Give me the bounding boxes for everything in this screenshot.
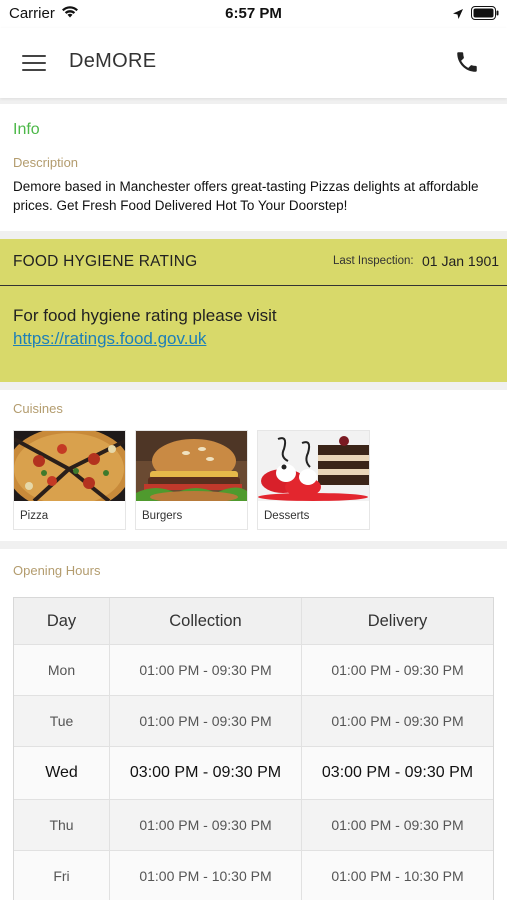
- table-row: Mon 01:00 PM - 09:30 PM 01:00 PM - 09:30…: [14, 645, 493, 696]
- battery-icon: [471, 6, 499, 25]
- day-cell: Thu: [14, 800, 110, 850]
- delivery-cell: 01:00 PM - 09:30 PM: [331, 713, 464, 729]
- collection-cell: 01:00 PM - 10:30 PM: [110, 851, 302, 900]
- day-cell: Wed: [14, 747, 110, 799]
- cuisine-tile-desserts[interactable]: Desserts: [257, 430, 370, 530]
- cuisine-tile-pizza[interactable]: Pizza: [13, 430, 126, 530]
- table-row-today: Wed 03:00 PM - 09:30 PM 03:00 PM - 09:30…: [14, 747, 493, 800]
- info-heading: Info: [13, 121, 40, 138]
- table-header-row: Day Collection Delivery: [14, 598, 493, 645]
- hamburger-menu-icon[interactable]: [22, 52, 48, 74]
- food-hygiene-section: FOOD HYGIENE RATING Last Inspection: 01 …: [0, 239, 507, 382]
- description-label: Description: [13, 155, 79, 170]
- collection-cell: 03:00 PM - 09:30 PM: [110, 747, 302, 799]
- pizza-image: [14, 431, 125, 501]
- header-delivery: Delivery: [367, 611, 428, 630]
- cuisines-section: Cuisines Pizza Burgers Desserts: [0, 390, 507, 541]
- burger-image: [136, 431, 247, 501]
- info-section: Info Description Demore based in Manches…: [0, 104, 507, 231]
- day-cell: Mon: [14, 645, 110, 695]
- hygiene-ratings-link[interactable]: https://ratings.food.gov.uk: [13, 329, 206, 349]
- table-row: Thu 01:00 PM - 09:30 PM 01:00 PM - 09:30…: [14, 800, 493, 851]
- table-row: Fri 01:00 PM - 10:30 PM 01:00 PM - 10:30…: [14, 851, 493, 900]
- cuisines-label: Cuisines: [13, 401, 63, 416]
- delivery-cell: 03:00 PM - 09:30 PM: [321, 764, 474, 781]
- hygiene-header: FOOD HYGIENE RATING Last Inspection: 01 …: [0, 239, 507, 286]
- last-inspection-label: Last Inspection:: [333, 255, 414, 267]
- page-title: DeMORE: [69, 50, 157, 72]
- delivery-cell: 01:00 PM - 09:30 PM: [331, 817, 464, 833]
- day-cell: Tue: [14, 696, 110, 746]
- opening-hours-label: Opening Hours: [13, 563, 101, 578]
- cuisine-name: Pizza: [20, 510, 49, 522]
- collection-cell: 01:00 PM - 09:30 PM: [110, 696, 302, 746]
- description-text: Demore based in Manchester offers great-…: [13, 179, 479, 213]
- status-bar: Carrier 6:57 PM: [0, 0, 507, 28]
- cuisine-name: Desserts: [264, 510, 310, 522]
- hygiene-title: FOOD HYGIENE RATING: [13, 253, 198, 270]
- nav-bar: DeMORE: [0, 28, 507, 98]
- header-day: Day: [14, 598, 110, 644]
- header-collection: Collection: [110, 598, 302, 644]
- clock-time: 6:57 PM: [225, 5, 282, 22]
- table-row: Tue 01:00 PM - 09:30 PM 01:00 PM - 09:30…: [14, 696, 493, 747]
- phone-icon[interactable]: [454, 49, 480, 80]
- hygiene-text: For food hygiene rating please visit: [13, 306, 277, 325]
- collection-cell: 01:00 PM - 09:30 PM: [110, 645, 302, 695]
- opening-hours-section: Opening Hours Day Collection Delivery Mo…: [0, 549, 507, 900]
- delivery-cell: 01:00 PM - 10:30 PM: [331, 868, 464, 884]
- desserts-image: [258, 431, 369, 501]
- cuisine-name: Burgers: [142, 510, 183, 522]
- opening-hours-table: Day Collection Delivery Mon 01:00 PM - 0…: [13, 597, 494, 900]
- collection-cell: 01:00 PM - 09:30 PM: [110, 800, 302, 850]
- location-arrow-icon: [452, 7, 464, 25]
- delivery-cell: 01:00 PM - 09:30 PM: [331, 662, 464, 678]
- cuisine-tile-burgers[interactable]: Burgers: [135, 430, 248, 530]
- day-cell: Fri: [14, 851, 110, 900]
- last-inspection-value: 01 Jan 1901: [422, 253, 500, 269]
